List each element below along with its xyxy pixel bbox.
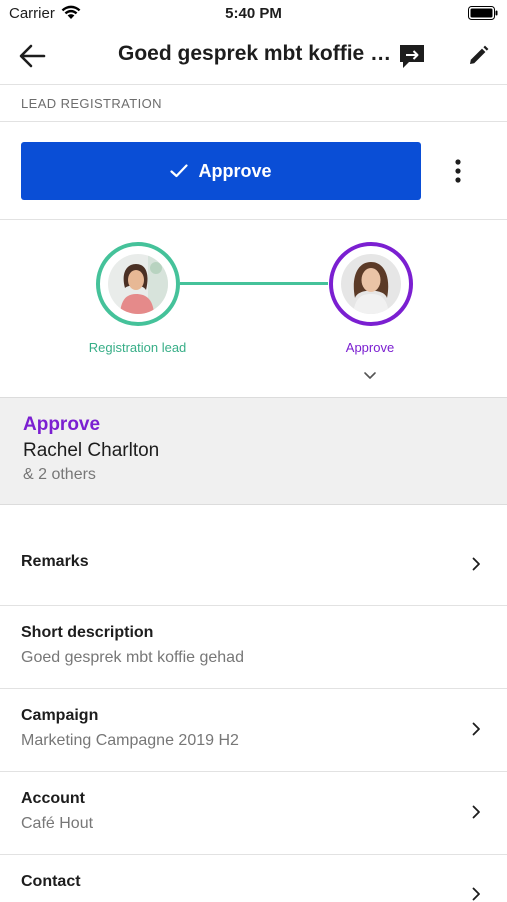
field-value: Marketing Campagne 2019 H2	[21, 732, 239, 749]
approve-button-label: Approve	[198, 160, 272, 181]
workflow-step-registration[interactable]	[96, 242, 180, 326]
section-header: LEAD REGISTRATION	[0, 85, 507, 122]
assignee-panel: Approve Rachel Charlton & 2 others	[0, 397, 507, 505]
campaign-row[interactable]: Campaign Marketing Campagne 2019 H2	[0, 689, 507, 772]
avatar	[108, 254, 168, 314]
person-avatar-image	[108, 254, 168, 314]
chevron-right-icon	[472, 805, 480, 819]
action-row: Approve	[0, 122, 507, 220]
field-label: Account	[21, 790, 85, 807]
message-forward-icon[interactable]	[396, 40, 428, 72]
chevron-right-icon	[472, 557, 480, 571]
field-label: Campaign	[21, 707, 99, 724]
field-value: Café Hout	[21, 815, 94, 832]
checkmark-icon	[170, 164, 189, 178]
field-label: Contact	[21, 873, 81, 890]
approve-button[interactable]: Approve	[21, 142, 421, 200]
battery-icon	[468, 6, 498, 20]
avatar	[341, 254, 401, 314]
assignee-others-count: & 2 others	[23, 466, 96, 483]
contact-row[interactable]: Contact	[0, 855, 507, 901]
page-title: Goed gesprek mbt koffie gehad	[118, 42, 393, 65]
assignee-step-status: Approve	[23, 414, 101, 435]
chevron-right-icon	[472, 722, 480, 736]
workflow-step-approve[interactable]	[329, 242, 413, 326]
field-value: Goed gesprek mbt koffie gehad	[21, 649, 244, 666]
field-label: Remarks	[21, 553, 89, 570]
workflow-progress: Registration lead Approve	[0, 220, 507, 396]
workflow-step-label: Registration lead	[88, 340, 187, 355]
more-vertical-icon[interactable]	[444, 156, 472, 186]
back-arrow-icon[interactable]	[14, 40, 50, 72]
navigation-bar: Goed gesprek mbt koffie gehad	[0, 28, 507, 85]
field-label: Short description	[21, 624, 154, 641]
section-title: LEAD REGISTRATION	[21, 96, 162, 111]
person-avatar-image	[341, 254, 401, 314]
account-row[interactable]: Account Café Hout	[0, 772, 507, 855]
short-description-row: Short description Goed gesprek mbt koffi…	[0, 606, 507, 689]
workflow-connector	[180, 282, 328, 285]
workflow-step-label: Approve	[345, 340, 395, 355]
remarks-row[interactable]: Remarks	[0, 504, 507, 606]
assignee-name: Rachel Charlton	[23, 440, 160, 461]
status-bar: Carrier 5:40 PM	[0, 0, 507, 28]
chevron-down-icon[interactable]	[361, 368, 379, 382]
edit-pencil-icon[interactable]	[464, 42, 492, 70]
clock-time: 5:40 PM	[225, 5, 282, 22]
